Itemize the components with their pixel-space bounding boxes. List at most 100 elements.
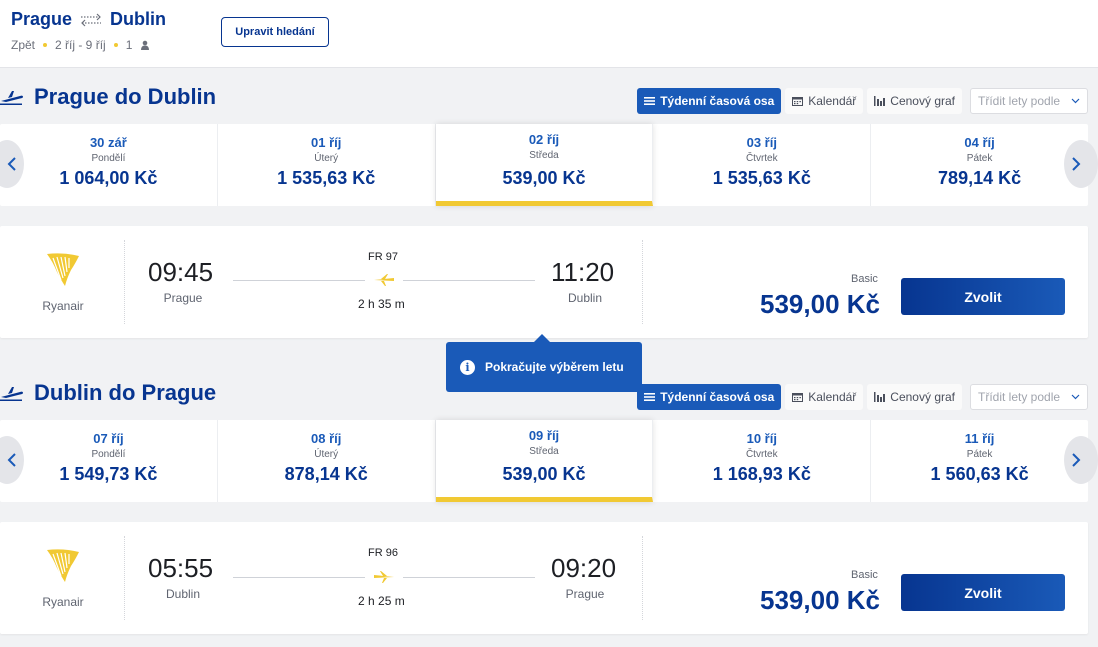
tab-calendar[interactable]: Kalendář: [785, 384, 864, 410]
departure-time: 05:55: [148, 553, 214, 583]
info-icon: i: [460, 359, 475, 375]
divider: [124, 536, 125, 620]
flight-price: 539,00 Kč: [760, 585, 880, 615]
weekday-label: Pondělí: [91, 153, 126, 164]
date-option-selected[interactable]: 09 říj Středa 539,00 Kč: [435, 420, 654, 502]
plane-icon: [374, 274, 394, 286]
person-icon: [141, 40, 150, 50]
flight-price: 539,00 Kč: [760, 289, 880, 319]
weekday-label: Pátek: [966, 153, 993, 164]
inbound-title-text: Dublin do Prague: [34, 380, 217, 405]
select-flight-button[interactable]: Zvolit: [901, 278, 1065, 315]
ryanair-harp-logo: [47, 253, 79, 286]
destination-city: Dublin: [110, 9, 167, 29]
tab-price-chart[interactable]: Cenový graf: [867, 384, 962, 410]
inbound-title: Dublin do Prague: [0, 380, 216, 406]
weekday-label: Středa: [529, 150, 559, 161]
flight-duration: 2 h 35 m: [358, 297, 405, 311]
tab-calendar-label: Kalendář: [808, 94, 857, 108]
ryanair-harp-logo: [47, 549, 79, 582]
calendar-icon: [792, 97, 804, 106]
divider: [124, 240, 125, 324]
date-label: 08 říj: [311, 431, 342, 446]
search-route: Prague Dublin: [11, 9, 166, 30]
flight-number: FR 97: [368, 251, 398, 263]
sort-dropdown[interactable]: Třídit lety podle: [970, 88, 1088, 114]
next-dates-button[interactable]: [1064, 436, 1098, 484]
date-label: 09 říj: [528, 428, 560, 443]
departure-time: 09:45: [148, 257, 214, 287]
tab-price-chart-label: Cenový graf: [890, 390, 955, 404]
chevron-right-icon: [1072, 453, 1081, 467]
date-option[interactable]: 08 říj Úterý 878,14 Kč: [218, 420, 436, 502]
route-line: [403, 280, 535, 281]
arrival-city: Prague: [565, 587, 605, 601]
sort-placeholder: Třídit lety podle: [978, 94, 1061, 108]
tab-weekly-label: Týdenní časová osa: [660, 94, 775, 108]
weekday-label: Středa: [529, 446, 559, 457]
date-label: 10 říj: [746, 431, 777, 446]
separator-dot: [113, 43, 118, 47]
bar-chart-icon: [874, 96, 886, 106]
date-price: 539,00 Kč: [502, 464, 586, 484]
fare-type: Basic: [851, 273, 878, 285]
airline-info: Ryanair: [18, 250, 108, 313]
date-price: 1 535,63 Kč: [277, 168, 376, 188]
weekday-label: Čtvrtek: [745, 449, 778, 460]
edit-search-button[interactable]: Upravit hledání: [221, 17, 329, 47]
chevron-down-icon: [1071, 98, 1080, 104]
list-icon: [644, 97, 656, 105]
tab-price-chart-label: Cenový graf: [890, 94, 955, 108]
search-summary: Zpět 2 říj - 9 říj 1: [11, 38, 150, 52]
airline-name: Ryanair: [42, 595, 84, 609]
date-option[interactable]: 11 říj Pátek 1 560,63 Kč: [871, 420, 1088, 502]
date-option[interactable]: 07 říj Pondělí 1 549,73 Kč: [0, 420, 218, 502]
route-line: [233, 577, 365, 578]
select-flight-button[interactable]: Zvolit: [901, 574, 1065, 611]
divider: [642, 240, 643, 324]
list-icon: [644, 393, 656, 401]
date-option[interactable]: 04 říj Pátek 789,14 Kč: [871, 124, 1088, 206]
date-label: 02 říj: [528, 132, 560, 147]
weekday-label: Úterý: [314, 449, 339, 460]
outbound-title: Prague do Dublin: [0, 84, 216, 110]
outbound-view-tabs: Týdenní časová osa Kalendář Cenový graf …: [637, 88, 1098, 114]
top-bar: Prague Dublin Zpět 2 říj - 9 říj 1 Uprav…: [0, 0, 1098, 68]
date-price: 789,14 Kč: [938, 168, 1022, 188]
tooltip-text: Pokračujte výběrem letu: [485, 360, 624, 374]
tab-price-chart[interactable]: Cenový graf: [867, 88, 962, 114]
passenger-count: 1: [125, 38, 133, 52]
date-label: 30 zář: [89, 135, 127, 150]
date-option[interactable]: 10 říj Čtvrtek 1 168,93 Kč: [653, 420, 872, 502]
arrival-city: Dublin: [567, 291, 603, 305]
date-label: 03 říj: [746, 135, 777, 150]
inbound-flight-card[interactable]: Ryanair 05:55 Dublin FR 96 2 h 25 m 09:2…: [0, 522, 1088, 634]
weekday-label: Úterý: [314, 153, 339, 164]
calendar-icon: [792, 393, 804, 402]
date-option[interactable]: 01 říj Úterý 1 535,63 Kč: [218, 124, 436, 206]
outbound-flight-card[interactable]: Ryanair 09:45 Prague FR 97 2 h 35 m 11:2…: [0, 226, 1088, 338]
tab-weekly-timeline[interactable]: Týdenní časová osa: [637, 88, 782, 114]
sort-dropdown[interactable]: Třídit lety podle: [970, 384, 1088, 410]
date-price: 539,00 Kč: [502, 168, 586, 188]
date-label: 04 říj: [964, 135, 995, 150]
next-dates-button[interactable]: [1064, 140, 1098, 188]
arrival-time: 09:20: [551, 553, 617, 583]
date-option[interactable]: 30 zář Pondělí 1 064,00 Kč: [0, 124, 218, 206]
tab-weekly-timeline[interactable]: Týdenní časová osa: [637, 384, 782, 410]
chevron-left-icon: [7, 453, 16, 467]
separator-dot: [43, 43, 48, 47]
date-price: 1 168,93 Kč: [712, 464, 811, 484]
takeoff-plane-icon: [0, 387, 23, 401]
inbound-view-tabs: Týdenní časová osa Kalendář Cenový graf …: [637, 384, 1098, 410]
date-label: 11 říj: [964, 431, 995, 446]
continue-tooltip: i Pokračujte výběrem letu: [446, 334, 642, 392]
date-price: 1 549,73 Kč: [59, 464, 158, 484]
arrival-time: 11:20: [551, 257, 615, 287]
date-option[interactable]: 03 říj Čtvrtek 1 535,63 Kč: [653, 124, 872, 206]
sort-placeholder: Třídit lety podle: [978, 390, 1061, 404]
tab-calendar[interactable]: Kalendář: [785, 88, 864, 114]
flight-duration: 2 h 25 m: [358, 594, 405, 608]
date-option-selected[interactable]: 02 říj Středa 539,00 Kč: [435, 124, 654, 206]
back-link[interactable]: Zpět: [11, 38, 35, 52]
